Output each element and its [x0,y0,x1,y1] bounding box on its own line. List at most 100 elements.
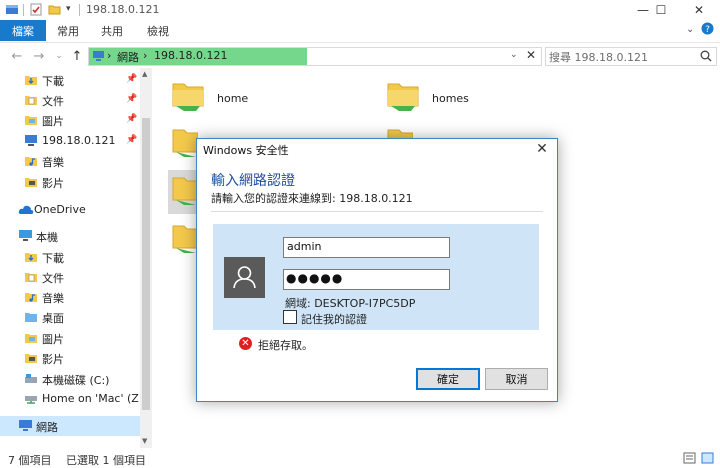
nav-label: 198.18.0.121 [42,134,116,147]
window-title: 198.18.0.121 [86,3,160,16]
breadcrumb-network[interactable]: 網路 [117,49,139,65]
nav-quick-pictures[interactable]: 圖片 📌 [0,110,140,130]
share-name-homes[interactable]: homes [432,92,469,105]
nav-label: 下載 [42,75,64,88]
up-button[interactable]: ↑ [68,46,86,66]
nav-quick-downloads[interactable]: 下載 📌 [0,70,140,90]
explorer-app-icon[interactable] [5,3,19,16]
remember-checkbox[interactable] [283,310,297,324]
dialog-close-button[interactable]: ✕ [530,139,554,159]
documents-folder-icon [24,270,38,283]
pin-icon[interactable]: 📌 [126,135,137,145]
dialog-subtitle: 請輸入您的認證來連線到: 198.18.0.121 [211,192,413,205]
user-avatar [224,257,265,298]
nav-pc-videos[interactable]: 影片 [0,348,140,368]
large-icons-view-icon[interactable] [701,452,714,464]
nav-scrollbar-thumb[interactable] [142,118,150,410]
nav-label: 文件 [42,95,64,108]
pin-icon[interactable]: 📌 [126,114,137,124]
close-window-button[interactable]: ✕ [680,0,718,20]
nav-pc-music[interactable]: 音樂 [0,287,140,307]
scroll-down-icon[interactable]: ▼ [142,437,147,445]
nav-label: 影片 [42,353,64,366]
network-icon [92,50,105,62]
recent-locations-icon[interactable]: ⌄ [50,46,68,66]
qat-dropdown-icon[interactable]: ▾ [66,4,71,14]
pictures-folder-icon [24,331,38,344]
ok-button[interactable]: 確定 [416,368,480,390]
tab-home[interactable]: 常用 [50,20,86,41]
search-icon[interactable] [700,50,712,62]
share-folder-icon[interactable] [170,220,198,256]
nav-label: 影片 [42,177,64,190]
search-placeholder: 搜尋 198.18.0.121 [549,51,648,64]
pin-icon[interactable]: 📌 [126,74,137,84]
share-folder-icon[interactable] [170,78,206,112]
nav-quick-music[interactable]: 音樂 [0,151,140,171]
details-view-icon[interactable] [683,452,696,464]
dialog-heading: 輸入網路認證 [211,173,295,189]
nav-onedrive[interactable]: OneDrive [0,200,140,220]
nav-label: 下載 [42,252,64,265]
dialog-divider [211,211,543,212]
scroll-up-icon[interactable]: ▲ [142,70,147,78]
password-value: ●●●●● [286,271,344,285]
forward-button[interactable]: → [30,46,48,66]
onedrive-cloud-icon [18,204,34,215]
nav-label: OneDrive [34,203,86,216]
nav-pc-pictures[interactable]: 圖片 [0,328,140,348]
remember-label[interactable]: 記住我的認證 [301,311,367,327]
address-dropdown-icon[interactable]: ⌄ [510,50,518,60]
download-folder-icon [24,73,38,86]
nav-label: 音樂 [42,156,64,169]
share-name-home[interactable]: home [217,92,248,105]
video-folder-icon [24,351,38,364]
nav-pc-network-drive[interactable]: Home on 'Mac' (Z:) [0,389,147,409]
domain-label: 網域: DESKTOP-I7PC5DP [285,297,416,310]
breadcrumb-host[interactable]: 198.18.0.121 [154,49,227,62]
help-icon[interactable]: ? [701,22,714,35]
pictures-folder-icon [24,113,38,126]
tab-share[interactable]: 共用 [94,20,130,41]
tab-file[interactable]: 檔案 [0,20,46,41]
dialog-title: Windows 安全性 [203,144,289,157]
nav-pc-local-disk[interactable]: 本機磁碟 (C:) [0,369,140,389]
back-button[interactable]: ← [8,46,26,66]
ribbon-expand-icon[interactable]: ⌄ [686,24,694,35]
nav-network[interactable]: 網路 [0,416,140,436]
maximize-button[interactable]: ☐ [642,0,680,20]
new-folder-icon[interactable] [48,3,61,15]
share-folder-icon[interactable] [170,172,198,208]
nav-quick-documents[interactable]: 文件 📌 [0,90,140,110]
video-folder-icon [24,175,38,188]
download-folder-icon [24,250,38,263]
network-icon [18,419,33,432]
nav-label: 本機磁碟 (C:) [42,374,110,387]
nav-pc-documents[interactable]: 文件 [0,267,140,287]
nav-label: 音樂 [42,292,64,305]
nav-pc-downloads[interactable]: 下載 [0,247,140,267]
nav-quick-videos[interactable]: 影片 [0,172,140,192]
network-drive-icon [24,393,38,404]
documents-folder-icon [24,93,38,106]
stop-loading-icon[interactable]: ✕ [526,48,536,62]
error-icon: ✕ [239,337,252,350]
nav-label: 本機 [36,231,58,244]
cancel-button[interactable]: 取消 [485,368,548,390]
nav-quick-host[interactable]: 198.18.0.121 📌 [0,131,140,151]
nav-label: 網路 [36,421,58,434]
nav-pc-desktop[interactable]: 桌面 [0,307,140,327]
share-folder-icon[interactable] [385,78,421,112]
breadcrumb-separator: › [107,49,112,62]
svg-text:?: ? [705,25,710,35]
properties-icon[interactable] [30,3,42,16]
share-folder-icon[interactable] [170,124,198,160]
error-message: 拒絕存取。 [258,339,313,352]
nav-this-pc[interactable]: 本機 [0,226,140,246]
this-pc-icon [18,229,33,242]
nav-label: 圖片 [42,333,64,346]
pin-icon[interactable]: 📌 [126,94,137,104]
music-folder-icon [24,290,38,303]
qat-separator [23,4,24,16]
tab-view[interactable]: 檢視 [138,20,178,41]
